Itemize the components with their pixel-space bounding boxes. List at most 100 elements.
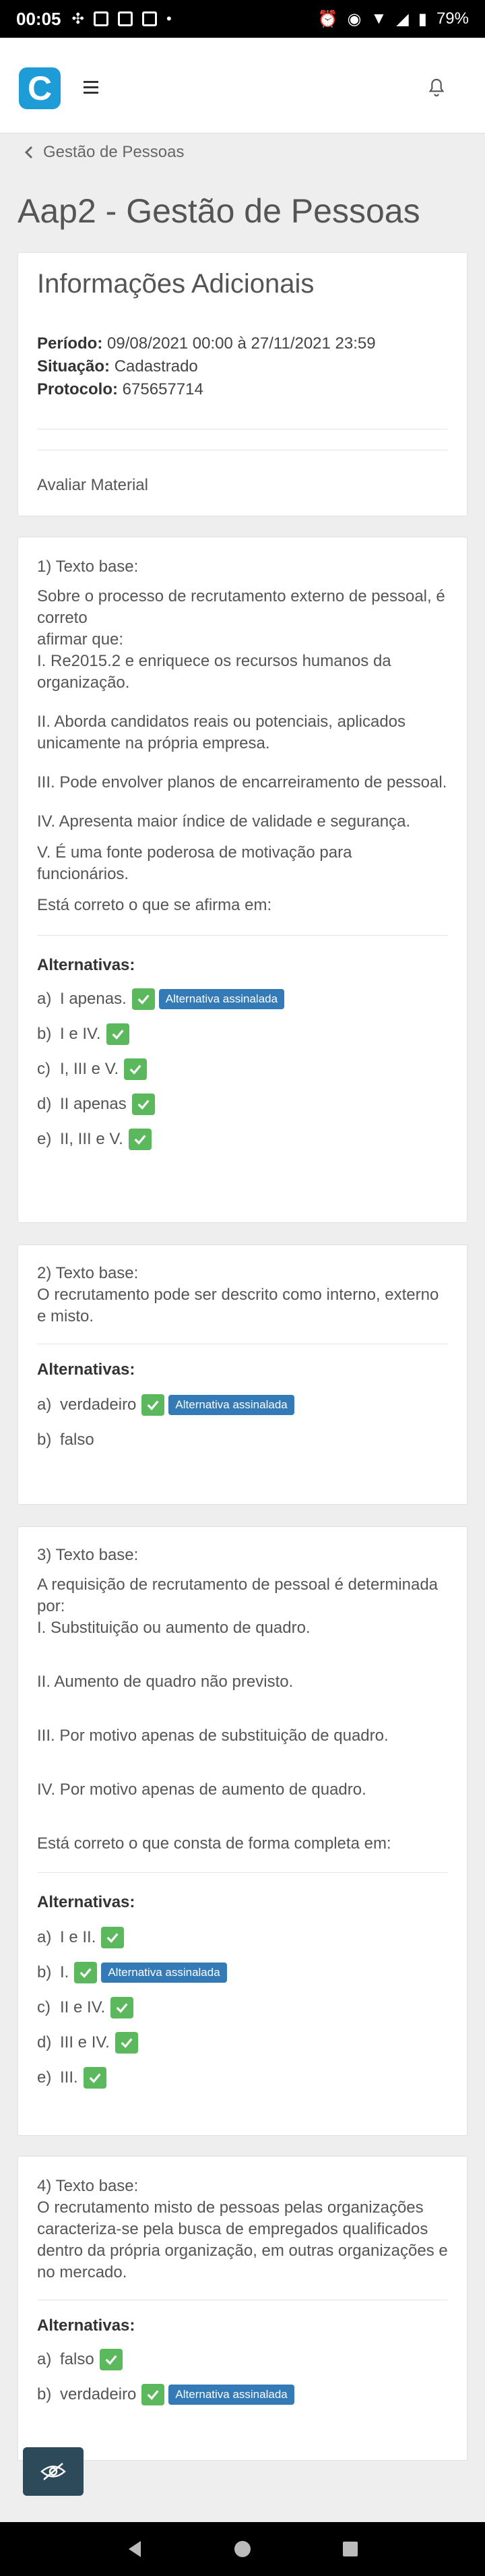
check-icon <box>128 1129 152 1150</box>
alternative-letter: b) <box>37 1431 52 1449</box>
alternative-text: falso <box>60 1431 94 1449</box>
question-text-line: Sobre o processo de recrutamento externo… <box>37 587 445 627</box>
question-text-line: Está correto o que se afirma em: <box>37 896 272 914</box>
alternative-option[interactable]: b) falso <box>37 1422 448 1458</box>
protocolo-value: 675657714 <box>122 380 203 398</box>
alternatives-header: Alternativas: <box>37 1893 135 1911</box>
alternative-option[interactable]: b) I. Alternativa assinalada <box>37 1955 448 1990</box>
alternative-letter: a) <box>37 1396 52 1414</box>
alternative-option[interactable]: b) verdadeiro Alternativa assinalada <box>37 2377 448 2412</box>
check-icon <box>74 1962 98 1983</box>
recents-icon[interactable] <box>339 2538 362 2560</box>
alternative-text: III. <box>60 2068 78 2087</box>
periodo-label: Período: <box>37 334 103 353</box>
alternative-letter: c) <box>37 1060 51 1078</box>
alternative-option[interactable]: c) I, III e V. <box>37 1052 448 1087</box>
selected-badge: Alternativa assinalada <box>168 2385 294 2405</box>
alternative-text: verdadeiro <box>60 1396 137 1414</box>
check-icon <box>131 988 155 1010</box>
question-text-line: afirmar que: <box>37 630 124 649</box>
check-icon <box>99 2349 123 2370</box>
question-header: 1) Texto base: <box>37 558 139 576</box>
check-icon <box>141 2384 165 2405</box>
question-text-line: II. Aborda candidatos reais ou potenciai… <box>37 713 406 752</box>
alternative-letter: e) <box>37 1130 52 1148</box>
alternative-text: II, III e V. <box>60 1130 123 1148</box>
system-icons: ⏰ ◉ ▼ ◢ ▮ 79% <box>318 9 469 29</box>
question-text-line: I. Substituição ou aumento de quadro. <box>37 1619 311 1637</box>
alternative-text: I e IV. <box>60 1025 101 1043</box>
alternative-option[interactable]: a) I apenas. Alternativa assinalada <box>37 982 448 1017</box>
check-icon <box>115 2032 138 2054</box>
alternative-text: verdadeiro <box>60 2385 137 2403</box>
alternative-letter: b) <box>37 1025 52 1043</box>
system-nav-bar <box>0 2522 485 2576</box>
menu-icon[interactable] <box>84 81 98 94</box>
status-time: 00:05 <box>16 8 61 29</box>
question-text-line: Está correto o que consta de forma compl… <box>37 1834 391 1853</box>
check-icon <box>131 1094 155 1115</box>
question-text-line: A requisição de recrutamento de pessoal … <box>37 1576 439 1615</box>
alternative-option[interactable]: d) II apenas <box>37 1087 448 1122</box>
alternative-text: I e II. <box>60 1928 96 1946</box>
alternatives-header: Alternativas: <box>37 956 135 974</box>
toggle-visibility-button[interactable] <box>23 2447 84 2496</box>
alternative-option[interactable]: a) I e II. <box>37 1920 448 1955</box>
question-text-line: IV. Apresenta maior índice de validade e… <box>37 812 411 831</box>
avaliar-material-link[interactable]: Avaliar Material <box>37 476 448 495</box>
alternative-text: falso <box>60 2350 94 2368</box>
back-icon[interactable] <box>123 2538 146 2560</box>
alternative-text: II e IV. <box>60 1998 106 2016</box>
selected-badge: Alternativa assinalada <box>158 989 285 1009</box>
question-text-line: V. É uma fonte poderosa de motivação par… <box>37 843 352 883</box>
alternative-option[interactable]: e) III. <box>37 2060 448 2095</box>
home-icon[interactable] <box>231 2538 254 2560</box>
info-card: Informações Adicionais Período: 09/08/20… <box>18 252 467 516</box>
situacao-value: Cadastrado <box>114 357 198 376</box>
bell-icon[interactable] <box>426 76 447 100</box>
question-card-4: 4) Texto base: O recrutamento misto de p… <box>18 2156 467 2461</box>
periodo-value: 09/08/2021 00:00 à 27/11/2021 23:59 <box>107 334 376 353</box>
alternatives-header: Alternativas: <box>37 1360 135 1379</box>
eye-off-icon <box>40 2463 66 2480</box>
alternative-letter: b) <box>37 2385 52 2403</box>
alternative-text: II apenas <box>60 1095 127 1113</box>
status-bar: 00:05 ✣ • ⏰ ◉ ▼ ◢ ▮ 79% <box>0 0 485 38</box>
alternative-letter: d) <box>37 2033 52 2051</box>
notification-icons: ✣ • <box>72 10 172 28</box>
alternatives-header: Alternativas: <box>37 2316 135 2335</box>
alternative-option[interactable]: c) II e IV. <box>37 1990 448 2025</box>
alternative-option[interactable]: b) I e IV. <box>37 1017 448 1052</box>
breadcrumb[interactable]: Gestão de Pessoas <box>24 143 184 162</box>
logo-icon[interactable]: C <box>19 67 61 109</box>
vibrate-icon: ◉ <box>347 9 362 28</box>
check-icon <box>106 1023 129 1045</box>
alternative-option[interactable]: d) III e IV. <box>37 2025 448 2060</box>
alternative-option[interactable]: e) II, III e V. <box>37 1122 448 1157</box>
app-header: C <box>0 38 485 133</box>
question-text-line: II. Aumento de quadro não previsto. <box>37 1673 294 1691</box>
breadcrumb-label: Gestão de Pessoas <box>43 143 185 161</box>
question-card-2: 2) Texto base: O recrutamento pode ser d… <box>18 1245 467 1505</box>
alternative-option[interactable]: a) verdadeiro Alternativa assinalada <box>37 1387 448 1422</box>
alternative-option[interactable]: a) falso <box>37 2342 448 2377</box>
alternative-letter: d) <box>37 1095 52 1113</box>
question-card-3: 3) Texto base: A requisição de recrutame… <box>18 1526 467 2136</box>
chevron-left-icon <box>24 146 33 159</box>
protocolo-label: Protocolo: <box>37 380 118 398</box>
alternative-letter: b) <box>37 1963 52 1981</box>
battery-level: 79% <box>436 9 469 28</box>
alternative-letter: a) <box>37 990 52 1008</box>
question-text-line: O recrutamento pode ser descrito como in… <box>37 1286 439 1325</box>
dot-icon: • <box>166 10 172 27</box>
alternative-text: III e IV. <box>60 2033 110 2051</box>
check-icon <box>141 1394 165 1416</box>
check-icon <box>124 1058 148 1080</box>
signal-icon: ◢ <box>396 9 409 28</box>
wifi-icon: ▼ <box>370 9 387 28</box>
info-title: Informações Adicionais <box>37 269 315 299</box>
alternative-text: I apenas. <box>60 990 127 1008</box>
alternative-text: I. <box>60 1963 69 1981</box>
protocolo-line: Protocolo: 675657714 <box>37 380 448 399</box>
battery-icon: ▮ <box>418 9 427 28</box>
